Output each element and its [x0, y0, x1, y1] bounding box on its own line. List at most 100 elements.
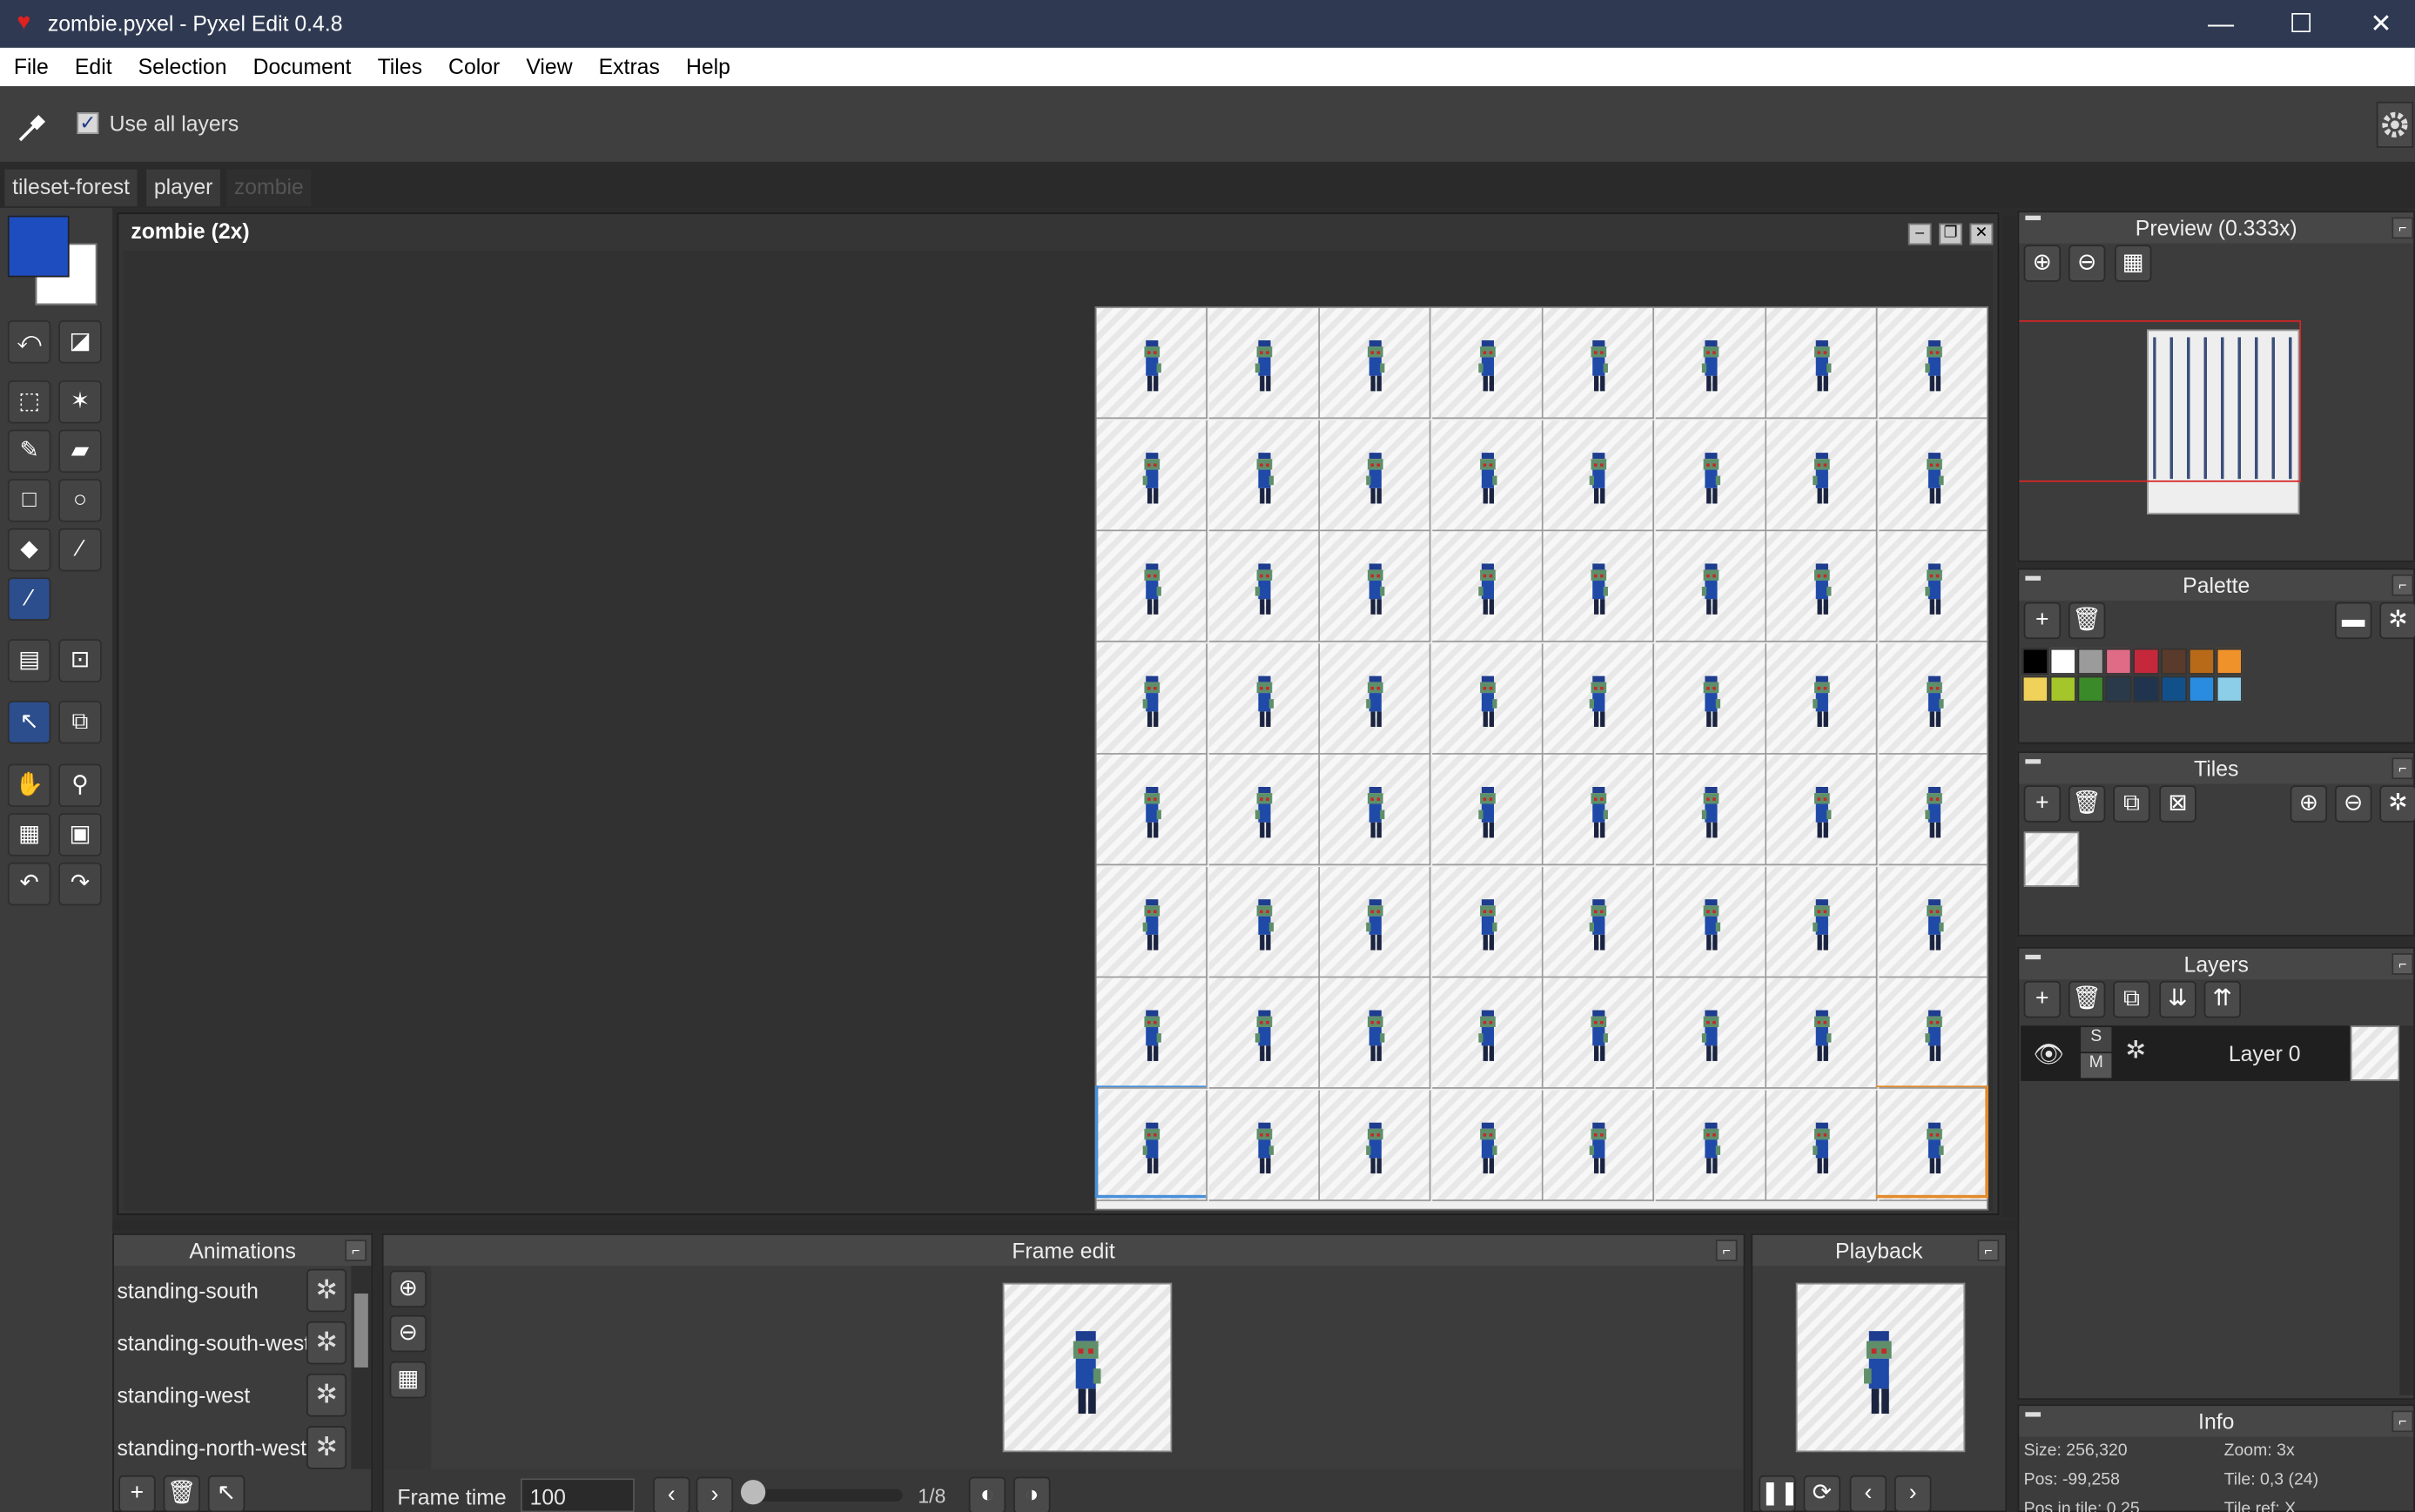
palette-swatch[interactable] — [2105, 675, 2132, 702]
menu-view[interactable]: View — [526, 48, 572, 86]
brush-icon[interactable]: ∕ — [58, 528, 102, 572]
canvas-close-button[interactable]: ✕ — [1969, 223, 1994, 245]
palette-swatch[interactable] — [2133, 648, 2160, 675]
palette-swatch[interactable] — [2161, 648, 2188, 675]
palette-swatch[interactable] — [2021, 648, 2048, 675]
sprite-frame-cell[interactable] — [1431, 307, 1543, 420]
sprite-frame-cell[interactable] — [1878, 866, 1988, 978]
palette-pin-icon[interactable]: ⌐ — [2391, 574, 2414, 596]
sprite-frame-cell[interactable] — [1431, 531, 1543, 642]
sprite-frame-cell[interactable] — [1320, 420, 1431, 531]
frame-slider[interactable] — [748, 1488, 903, 1502]
preview-viewport[interactable] — [2019, 319, 2302, 482]
sprite-frame-cell[interactable] — [1208, 754, 1320, 866]
ellipse-icon[interactable]: ○ — [58, 479, 102, 522]
eraser-icon[interactable]: ▰ — [58, 429, 102, 474]
palette-swatch[interactable] — [2161, 675, 2188, 702]
palette-swatch[interactable] — [2133, 675, 2160, 702]
add-tile-icon[interactable]: + — [2023, 785, 2062, 823]
zoom-in-icon[interactable]: ⊕ — [389, 1270, 427, 1307]
canvas-minimize-button[interactable]: – — [1907, 223, 1932, 245]
pause-icon[interactable]: ❚❚ — [1759, 1475, 1799, 1512]
duplicate-layer-icon[interactable]: ⧉ — [2113, 980, 2150, 1018]
menu-edit[interactable]: Edit — [75, 48, 112, 86]
layer-mute-button[interactable]: M — [2081, 1053, 2112, 1079]
sprite-frame-cell[interactable] — [1096, 307, 1208, 420]
sprite-frame-cell[interactable] — [1320, 531, 1431, 642]
close-button[interactable]: ✕ — [2341, 0, 2415, 48]
sprite-frame-cell[interactable] — [1096, 978, 1208, 1089]
palette-swatch[interactable] — [2021, 675, 2048, 702]
tiles-collapse-icon[interactable] — [2025, 759, 2042, 764]
sprite-frame-cell[interactable] — [1766, 531, 1878, 642]
sprite-frame-cell[interactable] — [1431, 420, 1543, 531]
sprite-frame-cell[interactable] — [1208, 420, 1320, 531]
pencil-icon[interactable]: ✎ — [7, 429, 51, 474]
sprite-frame-cell[interactable] — [1096, 866, 1208, 978]
sprite-frame-cell[interactable] — [1431, 978, 1543, 1089]
sprite-frame-cell[interactable] — [1654, 1089, 1766, 1201]
add-animation-icon[interactable]: + — [118, 1475, 156, 1512]
loop-icon[interactable]: ⟳ — [1803, 1475, 1841, 1512]
sprite-frame-cell[interactable] — [1208, 642, 1320, 754]
move-select-icon[interactable]: ↖ — [7, 700, 51, 744]
tiles-pin-icon[interactable]: ⌐ — [2391, 757, 2414, 780]
sprite-frame-cell[interactable] — [1766, 978, 1878, 1089]
onion-skin-next-icon[interactable]: ◑ — [1013, 1476, 1051, 1512]
tab-tileset-forest[interactable]: tileset-forest — [4, 169, 138, 207]
tool-options-gear-icon[interactable] — [2376, 101, 2414, 148]
tab-zombie[interactable]: zombie — [226, 169, 312, 207]
menu-help[interactable]: Help — [686, 48, 730, 86]
sprite-frame-cell[interactable] — [1878, 978, 1988, 1089]
default-colors-icon[interactable]: ◪ — [58, 319, 102, 364]
playback-prev-icon[interactable]: ‹ — [1849, 1475, 1887, 1512]
sprite-frame-cell[interactable] — [1654, 307, 1766, 420]
palette-swatch[interactable] — [2049, 648, 2076, 675]
animation-gear-icon[interactable]: ✲ — [306, 1374, 347, 1417]
sprite-frame-cell[interactable] — [1654, 754, 1766, 866]
menu-selection[interactable]: Selection — [138, 48, 227, 86]
sprite-frame-cell[interactable] — [1320, 642, 1431, 754]
animation-gear-icon[interactable]: ✲ — [306, 1320, 347, 1365]
sprite-frame-cell[interactable] — [1878, 307, 1988, 420]
sprite-frame-cell[interactable] — [1654, 531, 1766, 642]
previous-frame-icon[interactable]: ‹ — [653, 1476, 690, 1512]
frame-icon[interactable]: ▣ — [58, 813, 102, 857]
foreground-color-swatch[interactable] — [7, 215, 70, 278]
sprite-frame-cell[interactable] — [1208, 1089, 1320, 1201]
palette-gear-icon[interactable]: ✲ — [2379, 601, 2415, 640]
palette-swatch[interactable] — [2049, 675, 2076, 702]
zoom-out-icon[interactable]: ⊖ — [389, 1314, 427, 1353]
sprite-frame-cell[interactable] — [1543, 866, 1655, 978]
animations-scrollbar[interactable] — [351, 1266, 372, 1469]
undo-icon[interactable]: ↶ — [7, 862, 51, 906]
delete-animation-icon[interactable]: 🗑 — [163, 1475, 200, 1512]
preview-collapse-icon[interactable] — [2025, 215, 2042, 220]
layers-pin-icon[interactable]: ⌐ — [2391, 953, 2414, 975]
grid-icon[interactable]: ▦ — [7, 813, 51, 857]
merge-down-icon[interactable]: ⇊ — [2159, 980, 2196, 1018]
palette-swatch[interactable] — [2188, 675, 2215, 702]
menu-tiles[interactable]: Tiles — [378, 48, 422, 86]
layer-solo-button[interactable]: S — [2081, 1026, 2112, 1052]
palette-swatch[interactable] — [2077, 648, 2104, 675]
delete-layer-icon[interactable]: 🗑 — [2068, 980, 2106, 1018]
sprite-frame-cell[interactable] — [1766, 754, 1878, 866]
sprite-frame-cell[interactable] — [1766, 1089, 1878, 1201]
sprite-frame-cell[interactable] — [1431, 754, 1543, 866]
sprite-frame-cell[interactable] — [1654, 420, 1766, 531]
select-animation-icon[interactable]: ↖ — [207, 1475, 246, 1512]
sprite-frame-cell[interactable] — [1096, 642, 1208, 754]
redo-icon[interactable]: ↷ — [58, 862, 102, 906]
sprite-frame-cell[interactable] — [1766, 866, 1878, 978]
tiles-zoom-in-icon[interactable]: ⊕ — [2290, 785, 2328, 823]
menu-file[interactable]: File — [14, 48, 49, 86]
sprite-frame-cell[interactable] — [1096, 420, 1208, 531]
sprite-frame-cell[interactable] — [1320, 866, 1431, 978]
next-frame-icon[interactable]: › — [696, 1476, 734, 1512]
sprite-frame-cell[interactable] — [1878, 420, 1988, 531]
sprite-frame-cell[interactable] — [1208, 307, 1320, 420]
sprite-frame-cell[interactable] — [1096, 754, 1208, 866]
layers-scrollbar[interactable] — [2399, 1025, 2414, 1395]
merge-layers-icon[interactable]: ⇈ — [2203, 980, 2242, 1018]
